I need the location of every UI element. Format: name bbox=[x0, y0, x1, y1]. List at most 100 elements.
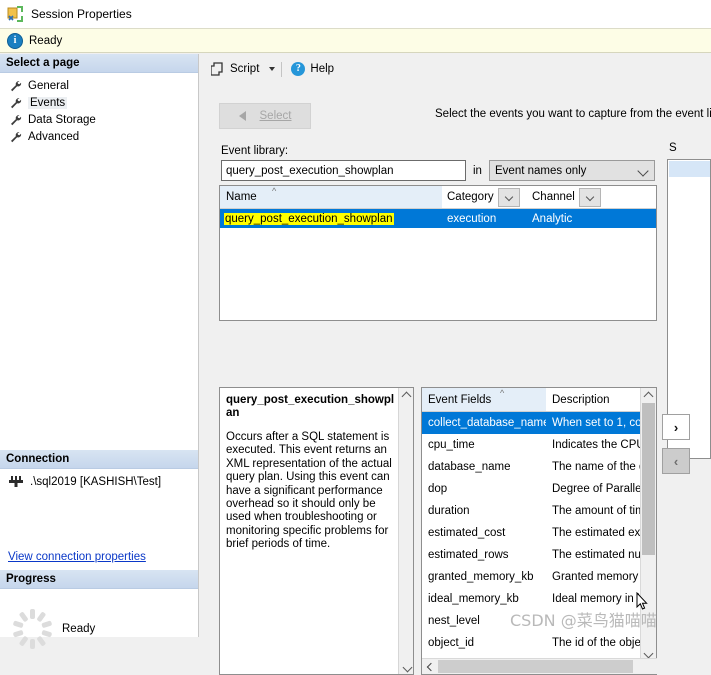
search-input-value: query_post_execution_showplan bbox=[226, 164, 394, 177]
fields-column-description[interactable]: Description bbox=[546, 388, 642, 411]
sidebar-item-label: Data Storage bbox=[28, 113, 96, 126]
grid-column-category[interactable]: Category bbox=[442, 186, 527, 208]
connection-body: .\sql2019 [KASHISH\Test] View connection… bbox=[0, 469, 198, 569]
grid-cell-name: query_post_execution_showplan bbox=[220, 212, 442, 225]
chevron-down-icon[interactable] bbox=[269, 67, 276, 71]
list-item[interactable]: object_id The id of the obje bbox=[422, 632, 642, 653]
content-pane: Script ? Help Select Select the events y… bbox=[199, 54, 711, 675]
field-name-cell: cpu_time bbox=[428, 439, 475, 451]
script-icon bbox=[210, 62, 225, 76]
view-connection-properties-link[interactable]: View connection properties bbox=[8, 551, 146, 563]
sort-ascending-icon: ^ bbox=[500, 388, 505, 398]
in-label: in bbox=[473, 165, 482, 177]
wrench-icon bbox=[10, 114, 23, 126]
field-description-cell: Indicates the CPU bbox=[552, 439, 642, 451]
field-name-cell: collect_database_name bbox=[428, 417, 546, 429]
wrench-icon bbox=[10, 97, 23, 109]
list-item[interactable]: database_name The name of the d bbox=[422, 456, 642, 478]
move-right-button[interactable]: › bbox=[662, 414, 690, 440]
sidebar-item-advanced[interactable]: Advanced bbox=[0, 128, 198, 145]
event-library-label: Event library: bbox=[221, 145, 288, 157]
sidebar-item-data-storage[interactable]: Data Storage bbox=[0, 111, 198, 128]
script-label: Script bbox=[230, 63, 260, 75]
grid-column-channel[interactable]: Channel bbox=[527, 186, 619, 208]
filter-dropdown[interactable]: Event names only bbox=[489, 160, 655, 181]
watermark: CSDN @菜鸟猫喵喵 bbox=[510, 611, 657, 630]
list-item[interactable]: dop Degree of Parallel bbox=[422, 478, 642, 500]
scroll-down-arrow-icon[interactable] bbox=[400, 661, 414, 675]
list-item[interactable]: collect_database_name When set to 1, co bbox=[422, 412, 642, 434]
scroll-left-arrow-icon[interactable] bbox=[422, 659, 437, 674]
scrollbar-thumb[interactable] bbox=[438, 660, 633, 673]
event-description-panel: query_post_execution_showplan Occurs aft… bbox=[219, 387, 414, 675]
scrollbar-thumb[interactable] bbox=[642, 403, 655, 555]
fields-header-row: Event Fields ^ Description bbox=[422, 388, 656, 412]
fields-horizontal-scrollbar[interactable] bbox=[422, 658, 657, 674]
field-description-cell: When set to 1, co bbox=[552, 417, 642, 429]
chevron-down-icon bbox=[585, 192, 595, 202]
list-item[interactable]: cpu_time Indicates the CPU bbox=[422, 434, 642, 456]
list-item[interactable]: granted_memory_kb Granted memory i bbox=[422, 566, 642, 588]
chevron-left-icon: ‹ bbox=[673, 453, 679, 469]
grid-cell-category: execution bbox=[447, 212, 497, 225]
status-bar: i Ready bbox=[0, 28, 711, 53]
field-description-cell: The estimated exe bbox=[552, 527, 642, 539]
grid-cell-channel: Analytic bbox=[532, 212, 573, 225]
grid-column-name-label: Name bbox=[226, 191, 257, 203]
spinner-icon bbox=[12, 609, 52, 649]
event-library-grid[interactable]: Name ^ Category Channel query_post_execu… bbox=[219, 185, 657, 321]
progress-header: Progress bbox=[0, 570, 198, 589]
progress-text: Ready bbox=[62, 623, 96, 635]
field-description-cell: Degree of Parallel bbox=[552, 483, 642, 495]
page-list: General Events Data Storage Advanced bbox=[0, 73, 198, 145]
fields-column-event-fields-label: Event Fields bbox=[428, 393, 492, 406]
selected-events-row[interactable] bbox=[669, 161, 710, 177]
field-name-cell: estimated_cost bbox=[428, 527, 506, 539]
header-note: Select the events you want to capture fr… bbox=[435, 108, 711, 120]
description-scrollbar[interactable] bbox=[398, 388, 413, 674]
category-filter-button[interactable] bbox=[497, 187, 520, 207]
sidebar-item-general[interactable]: General bbox=[0, 77, 198, 94]
window-title: Session Properties bbox=[31, 7, 132, 21]
event-description-body: Occurs after a SQL statement is executed… bbox=[226, 431, 392, 551]
list-item[interactable]: estimated_rows The estimated nur bbox=[422, 544, 642, 566]
list-item[interactable]: duration The amount of tim bbox=[422, 500, 642, 522]
channel-filter-button[interactable] bbox=[578, 187, 601, 207]
extended-events-icon bbox=[7, 6, 24, 22]
search-input[interactable]: query_post_execution_showplan bbox=[221, 160, 466, 181]
grid-column-name[interactable]: Name ^ bbox=[220, 186, 442, 208]
left-triangle-icon bbox=[238, 111, 246, 121]
sidebar-item-label: General bbox=[28, 79, 69, 92]
field-name-cell: ideal_memory_kb bbox=[428, 593, 519, 605]
sidebar-item-events[interactable]: Events bbox=[0, 94, 198, 111]
chevron-down-icon bbox=[637, 165, 649, 177]
scroll-up-arrow-icon[interactable] bbox=[399, 388, 413, 402]
table-row[interactable]: query_post_execution_showplan execution … bbox=[220, 209, 656, 228]
select-button[interactable]: Select bbox=[219, 103, 311, 129]
title-bar: Session Properties bbox=[0, 0, 711, 28]
progress-body: Ready bbox=[0, 589, 198, 659]
move-left-button[interactable]: ‹ bbox=[662, 448, 690, 474]
scroll-up-arrow-icon[interactable] bbox=[641, 388, 655, 402]
list-item[interactable]: estimated_cost The estimated exe bbox=[422, 522, 642, 544]
field-name-cell: estimated_rows bbox=[428, 549, 509, 561]
field-description-cell: Ideal memory in K bbox=[552, 593, 642, 605]
left-pane: Select a page General Events Data Storag… bbox=[0, 54, 199, 649]
connection-header: Connection bbox=[0, 450, 198, 469]
grid-cell-name-text: query_post_execution_showplan bbox=[224, 212, 394, 225]
help-button[interactable]: ? Help bbox=[288, 59, 337, 79]
filter-dropdown-value: Event names only bbox=[495, 164, 587, 177]
status-text: Ready bbox=[29, 34, 63, 47]
fields-column-description-label: Description bbox=[552, 393, 610, 406]
server-connection-icon bbox=[8, 475, 24, 488]
sidebar-item-label: Advanced bbox=[28, 130, 80, 143]
fields-column-event-fields[interactable]: Event Fields ^ bbox=[422, 388, 546, 411]
script-button[interactable]: Script bbox=[208, 59, 262, 79]
select-a-page-header: Select a page bbox=[0, 54, 198, 73]
sidebar-item-label: Events bbox=[28, 96, 68, 109]
connection-section: Connection .\sql2019 [KASHISH\Test] View… bbox=[0, 450, 198, 569]
field-name-cell: database_name bbox=[428, 461, 511, 473]
mouse-cursor bbox=[636, 591, 648, 611]
grid-column-channel-label: Channel bbox=[532, 191, 575, 203]
help-icon: ? bbox=[291, 62, 306, 76]
